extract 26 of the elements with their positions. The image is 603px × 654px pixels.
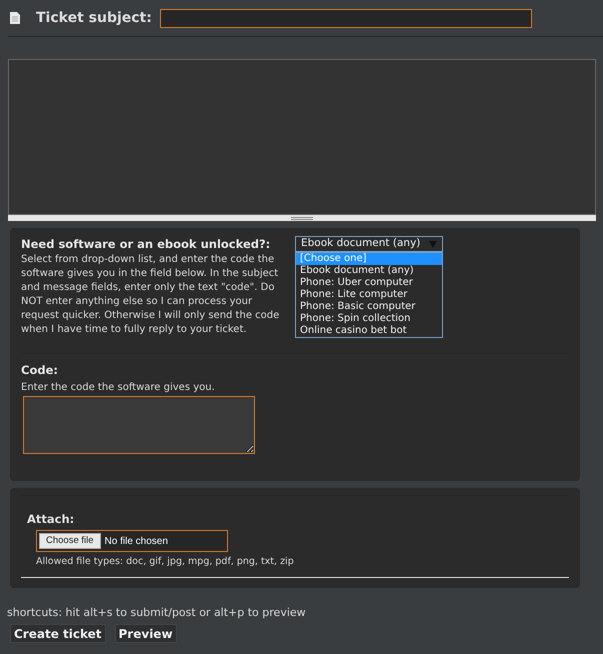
caret-icon	[429, 240, 437, 248]
code-field[interactable]	[23, 396, 255, 454]
dropdown-option[interactable]: Phone: Basic computer	[296, 301, 442, 313]
dropdown-option[interactable]: Ebook document (any)	[296, 265, 442, 277]
file-status: No file chosen	[104, 534, 168, 549]
allowed-types: Allowed file types: doc, gif, jpg, mpg, pdf, png, txt, zip	[36, 555, 295, 570]
subject-label: Ticket subject:	[36, 8, 152, 28]
dropdown-option[interactable]: Phone: Lite computer	[296, 289, 442, 301]
form-button[interactable]: Preview	[114, 624, 177, 642]
code-label: Code:	[21, 362, 59, 380]
unlock-title: Need software or an ebook unlocked?:	[21, 236, 272, 253]
code-hint: Enter the code the software gives you.	[21, 380, 216, 394]
shortcuts-text: shortcuts: hit alt+s to submit/post or alt+p to preview	[7, 605, 307, 621]
form-button[interactable]: Create ticket	[10, 624, 106, 642]
dropdown-option[interactable]: Phone: Spin collection	[296, 313, 442, 325]
document-icon	[10, 12, 20, 24]
resize-handle[interactable]	[8, 215, 596, 221]
file-input[interactable]: Choose file No file chosen	[36, 530, 228, 552]
unlock-description: Select from drop-down list, and enter the code the software gives you in the field below. In the subject and message fields, enter only the text "code". Do NOT enter anything else so I can process your request quicker. Otherwise I will only send the code when I have time to fully reply to your ticket.	[21, 253, 280, 338]
subject-field[interactable]	[160, 8, 532, 28]
dropdown-option[interactable]: Phone: Uber computer	[296, 277, 442, 289]
message-field[interactable]	[8, 59, 596, 215]
choose-file-button[interactable]: Choose file	[39, 533, 101, 550]
product-select[interactable]: Ebook document (any)	[295, 236, 443, 252]
attach-label: Attach:	[27, 511, 76, 528]
dropdown-option[interactable]: Online casino bet bot	[296, 325, 442, 337]
